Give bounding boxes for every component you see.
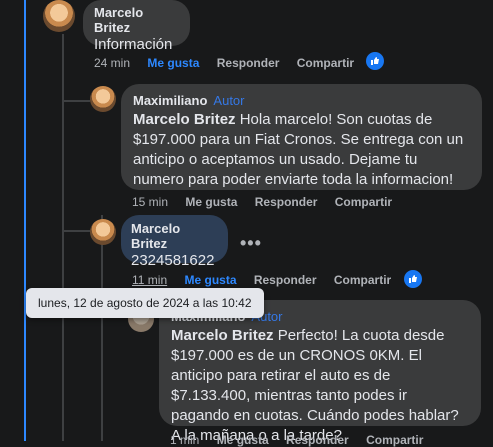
thread-line — [101, 215, 103, 441]
like-button[interactable]: Me gusta — [185, 195, 237, 209]
share-button[interactable]: Compartir — [366, 433, 423, 447]
like-icon[interactable] — [366, 52, 384, 70]
reply-button[interactable]: Responder — [254, 273, 317, 287]
reply-button[interactable]: Responder — [286, 433, 349, 447]
more-options-icon[interactable]: ••• — [240, 233, 262, 254]
comment-time[interactable]: 24 min — [94, 56, 130, 70]
comment-author[interactable]: Maximiliano — [133, 93, 207, 108]
reply-button[interactable]: Responder — [255, 195, 318, 209]
comment-text: Marcelo Britez Perfecto! La cuota desde … — [171, 327, 459, 444]
comment-actions: 11 min Me gusta Responder Compartir — [132, 273, 405, 287]
avatar[interactable] — [43, 0, 75, 32]
like-icon[interactable] — [404, 270, 422, 288]
thread-line — [62, 34, 64, 441]
reply-button[interactable]: Responder — [217, 56, 280, 70]
comment-actions: 15 min Me gusta Responder Compartir — [132, 195, 406, 209]
comment-text: 2324581622 — [131, 252, 215, 269]
thread-connector — [62, 100, 90, 102]
comment-author[interactable]: Marcelo Britez — [131, 221, 218, 251]
comment-time[interactable]: 11 min — [132, 273, 167, 287]
avatar[interactable] — [90, 219, 116, 245]
comment-bubble: Maximiliano Autor Marcelo Britez Hola mar… — [121, 84, 482, 190]
author-badge: Autor — [213, 93, 245, 108]
comment-actions: 24 min Me gusta Responder Compartir — [94, 56, 368, 70]
comment-bubble: Marcelo Britez Información — [83, 0, 190, 53]
mention[interactable]: Marcelo Britez — [133, 111, 236, 128]
comment-time[interactable]: 1 min — [170, 433, 199, 447]
avatar[interactable] — [90, 86, 116, 112]
like-button[interactable]: Me gusta — [184, 273, 236, 287]
comment-text: Marcelo Britez Hola marcelo! Son cuotas … — [133, 111, 464, 188]
mention[interactable]: Marcelo Britez — [171, 327, 274, 344]
comment-text: Información — [94, 36, 173, 53]
share-button[interactable]: Compartir — [334, 273, 391, 287]
like-button[interactable]: Me gusta — [217, 433, 269, 447]
timestamp-tooltip: lunes, 12 de agosto de 2024 a las 10:42 — [26, 288, 264, 318]
thread-connector — [62, 230, 90, 232]
thread-line — [24, 0, 26, 441]
comment-bubble: Marcelo Britez 2324581622 — [121, 215, 228, 269]
comment-bubble: MaximilianoAutor Marcelo Britez Perfecto… — [159, 300, 481, 444]
like-button[interactable]: Me gusta — [147, 56, 199, 70]
comment-author[interactable]: Marcelo Britez — [94, 5, 179, 35]
share-button[interactable]: Compartir — [297, 56, 354, 70]
share-button[interactable]: Compartir — [335, 195, 392, 209]
comment-actions: 1 min Me gusta Responder Compartir — [170, 433, 437, 447]
comment-time[interactable]: 15 min — [132, 195, 168, 209]
